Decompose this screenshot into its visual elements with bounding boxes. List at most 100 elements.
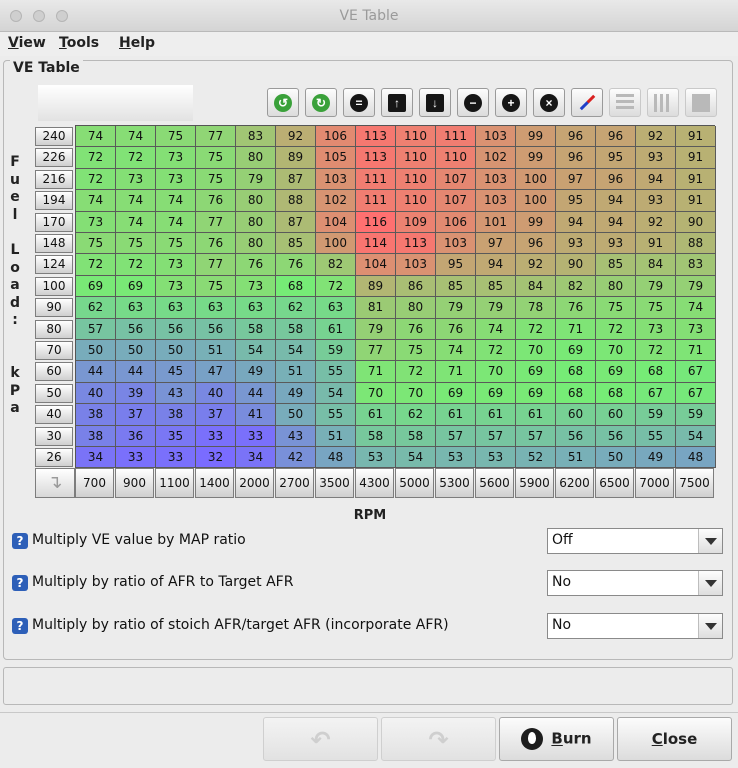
ve-cell[interactable]: 43	[276, 425, 316, 447]
ve-cell[interactable]: 56	[556, 425, 596, 447]
ve-cell[interactable]: 111	[436, 126, 476, 148]
ve-cell[interactable]: 74	[436, 340, 476, 362]
load-label[interactable]: 240	[35, 127, 73, 146]
ve-cell[interactable]: 71	[676, 340, 716, 362]
ve-cell[interactable]: 51	[276, 361, 316, 383]
ve-cell[interactable]: 73	[156, 168, 196, 191]
ve-cell[interactable]: 63	[196, 297, 236, 319]
stoich-ratio-select[interactable]: No	[547, 613, 723, 639]
ve-cell[interactable]: 60	[556, 404, 596, 426]
ve-cell[interactable]: 94	[596, 190, 636, 212]
rpm-label[interactable]: 700	[75, 468, 114, 498]
ve-cell[interactable]: 77	[196, 211, 236, 233]
ve-cell[interactable]: 79	[436, 297, 476, 319]
ve-cell[interactable]: 114	[356, 233, 396, 255]
menu-tools[interactable]: Tools	[59, 35, 99, 51]
ve-cell[interactable]: 80	[236, 211, 276, 233]
ve-cell[interactable]: 72	[636, 340, 676, 362]
ve-cell[interactable]: 95	[556, 190, 596, 212]
rpm-label[interactable]: 4300	[355, 468, 394, 498]
ve-cell[interactable]: 33	[196, 425, 236, 447]
ve-cell[interactable]: 55	[316, 404, 356, 426]
ve-cell[interactable]: 93	[596, 233, 636, 255]
ve-cell[interactable]: 85	[476, 275, 516, 298]
ve-cell[interactable]: 75	[396, 340, 436, 362]
ve-cell[interactable]: 75	[116, 233, 156, 255]
ve-cell[interactable]: 61	[356, 404, 396, 426]
ve-cell[interactable]: 111	[356, 168, 396, 191]
ve-cell[interactable]: 79	[476, 297, 516, 319]
chevron-down-icon[interactable]	[698, 571, 722, 595]
load-label[interactable]: 124	[35, 255, 73, 275]
ve-cell[interactable]: 103	[396, 254, 436, 276]
ve-cell[interactable]: 74	[156, 211, 196, 233]
ve-cell[interactable]: 69	[556, 340, 596, 362]
ve-cell[interactable]: 50	[76, 340, 116, 362]
ve-cell[interactable]: 32	[196, 447, 236, 469]
ve-cell[interactable]: 73	[676, 318, 716, 340]
ve-cell[interactable]: 76	[556, 297, 596, 319]
load-label[interactable]: 194	[35, 191, 73, 211]
ve-cell[interactable]: 54	[676, 425, 716, 447]
ve-cell[interactable]: 51	[556, 447, 596, 469]
ve-cell[interactable]: 106	[316, 126, 356, 148]
ve-cell[interactable]: 42	[276, 447, 316, 469]
decrement-button[interactable]: ↓	[419, 88, 451, 117]
ve-cell[interactable]: 110	[396, 168, 436, 191]
ve-cell[interactable]: 84	[516, 275, 556, 298]
set-equal-button[interactable]: =	[343, 88, 375, 117]
ve-cell[interactable]: 113	[396, 233, 436, 255]
ve-cell[interactable]: 56	[196, 318, 236, 340]
ve-cell[interactable]: 61	[516, 404, 556, 426]
ve-cell[interactable]: 88	[676, 233, 716, 255]
rpm-label[interactable]: 7500	[675, 468, 714, 498]
ve-cell[interactable]: 96	[556, 147, 596, 169]
ve-cell[interactable]: 75	[636, 297, 676, 319]
ve-cell[interactable]: 59	[316, 340, 356, 362]
ve-cell[interactable]: 93	[556, 233, 596, 255]
ve-cell[interactable]: 92	[636, 126, 676, 148]
ve-cell[interactable]: 92	[516, 254, 556, 276]
ve-cell[interactable]: 54	[396, 447, 436, 469]
ve-cell[interactable]: 110	[436, 147, 476, 169]
ve-cell[interactable]: 111	[356, 190, 396, 212]
ve-cell[interactable]: 68	[596, 382, 636, 405]
ve-cell[interactable]: 78	[516, 297, 556, 319]
ve-cell[interactable]: 52	[516, 447, 556, 469]
rpm-label[interactable]: 2000	[235, 468, 274, 498]
menu-view[interactable]: View	[8, 35, 46, 51]
ve-cell[interactable]: 100	[516, 190, 556, 212]
ve-cell[interactable]: 72	[76, 168, 116, 191]
load-label[interactable]: 26	[35, 448, 73, 467]
load-label[interactable]: 90	[35, 298, 73, 318]
interpolate-horizontal-button[interactable]	[609, 88, 641, 117]
ve-cell[interactable]: 59	[676, 404, 716, 426]
ve-cell[interactable]: 55	[636, 425, 676, 447]
ve-cell[interactable]: 62	[76, 297, 116, 319]
load-label[interactable]: 70	[35, 341, 73, 360]
ve-cell[interactable]: 95	[436, 254, 476, 276]
ve-cell[interactable]: 76	[436, 318, 476, 340]
ve-cell[interactable]: 70	[596, 340, 636, 362]
ve-cell[interactable]: 37	[196, 404, 236, 426]
ve-cell[interactable]: 92	[276, 126, 316, 148]
ve-cell[interactable]: 96	[556, 126, 596, 148]
ve-cell[interactable]: 104	[356, 254, 396, 276]
ve-cell[interactable]: 96	[516, 233, 556, 255]
ve-cell[interactable]: 58	[276, 318, 316, 340]
fill-button[interactable]	[685, 88, 717, 117]
ve-cell[interactable]: 107	[436, 190, 476, 212]
ve-cell[interactable]: 73	[156, 275, 196, 298]
ve-cell[interactable]: 72	[76, 254, 116, 276]
afr-ratio-select[interactable]: No	[547, 570, 723, 596]
ve-cell[interactable]: 33	[116, 447, 156, 469]
ve-cell[interactable]: 70	[356, 382, 396, 405]
ve-cell[interactable]: 74	[76, 190, 116, 212]
ve-cell[interactable]: 72	[476, 340, 516, 362]
ve-cell[interactable]: 67	[636, 382, 676, 405]
ve-cell[interactable]: 75	[196, 147, 236, 169]
ve-cell[interactable]: 75	[196, 275, 236, 298]
ve-cell[interactable]: 41	[236, 404, 276, 426]
ve-cell[interactable]: 38	[156, 404, 196, 426]
load-label[interactable]: 148	[35, 234, 73, 253]
